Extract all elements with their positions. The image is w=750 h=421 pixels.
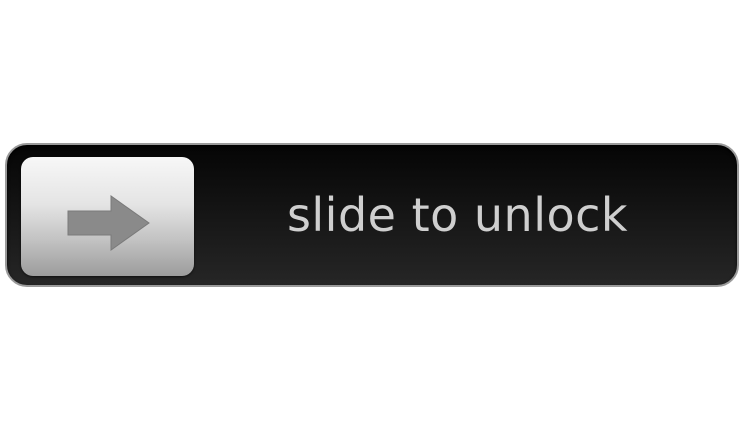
arrow-right-icon <box>67 195 150 251</box>
unlock-screen: slide to unlock <box>0 0 750 421</box>
slider-knob[interactable] <box>21 157 194 276</box>
slide-to-unlock-label: slide to unlock <box>286 188 629 242</box>
